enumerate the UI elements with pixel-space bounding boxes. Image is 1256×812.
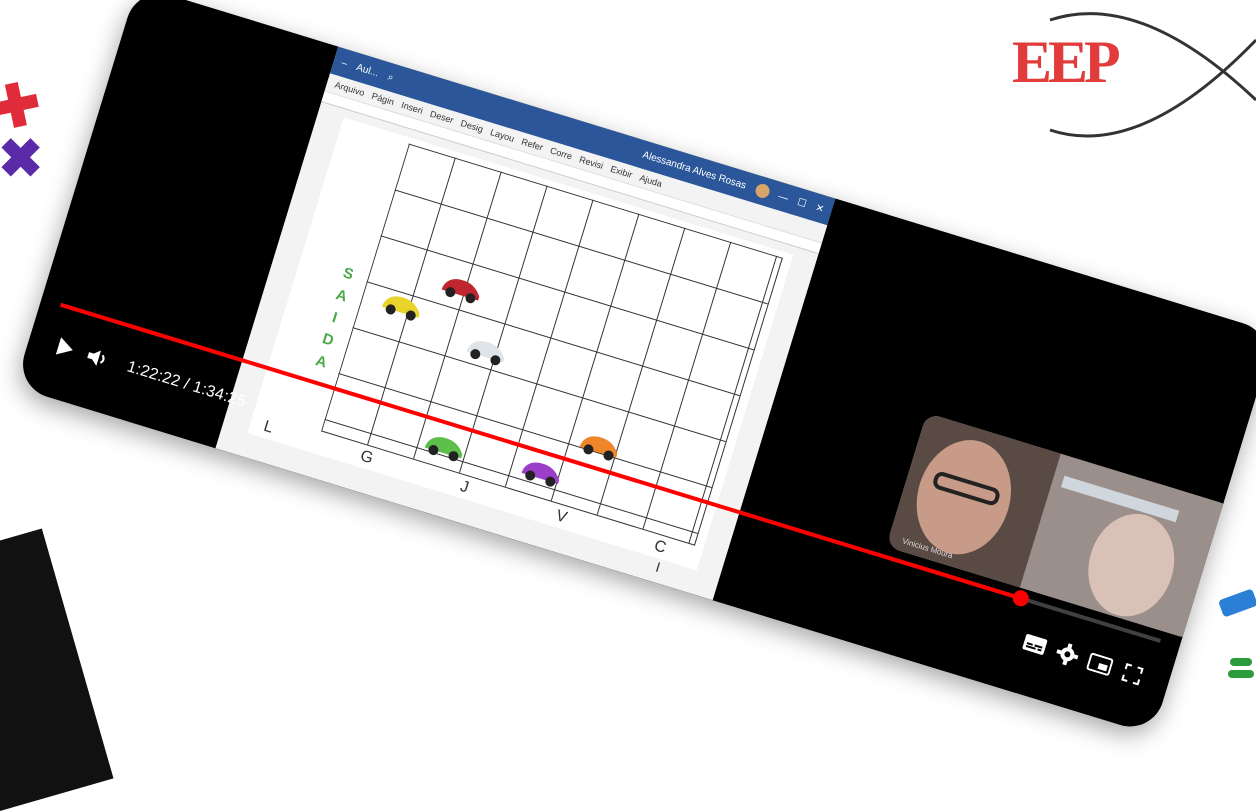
tab-design[interactable]: Desig <box>459 118 484 134</box>
tab-referencias[interactable]: Refer <box>520 137 544 153</box>
miniplayer-icon <box>1086 652 1114 676</box>
maximize-icon[interactable]: ☐ <box>796 196 808 209</box>
word-document-title: Aul... <box>355 61 381 79</box>
green-shape-decoration <box>1228 658 1254 678</box>
tab-desenhar[interactable]: Deser <box>429 109 455 126</box>
saida-letter: I <box>330 309 340 327</box>
dark-panel-decoration <box>0 528 114 812</box>
saida-letter: A <box>333 286 350 306</box>
purple-times-decoration: ✖ <box>0 129 44 189</box>
logo-text: EEP <box>1012 29 1121 95</box>
saida-letter: D <box>320 330 336 350</box>
subtitles-icon <box>1022 634 1048 655</box>
saida-letter: A <box>313 352 329 372</box>
gear-icon <box>1056 643 1079 666</box>
tab-pagina[interactable]: Págin <box>370 91 395 107</box>
word-quick-access[interactable]: – <box>340 57 349 69</box>
tab-layout[interactable]: Layou <box>489 127 515 144</box>
tab-revisao[interactable]: Revisi <box>578 154 604 171</box>
fullscreen-icon <box>1121 663 1144 686</box>
tab-exibir[interactable]: Exibir <box>609 164 633 180</box>
volume-icon <box>87 350 105 366</box>
time-display: 1:22:22 / 1:34:25 <box>125 358 249 411</box>
search-icon[interactable]: ⌕ <box>386 71 395 83</box>
minimize-icon[interactable]: — <box>777 191 790 204</box>
saida-letter: S <box>340 264 356 284</box>
tab-ajuda[interactable]: Ajuda <box>638 173 663 189</box>
tab-correspondencias[interactable]: Corre <box>549 145 573 161</box>
text-cursor-icon: I <box>653 558 663 576</box>
avatar <box>753 182 771 200</box>
play-icon <box>55 337 73 355</box>
close-icon[interactable]: ✕ <box>814 202 825 215</box>
blue-shape-decoration <box>1218 588 1256 618</box>
tab-inserir[interactable]: Inseri <box>400 100 424 116</box>
